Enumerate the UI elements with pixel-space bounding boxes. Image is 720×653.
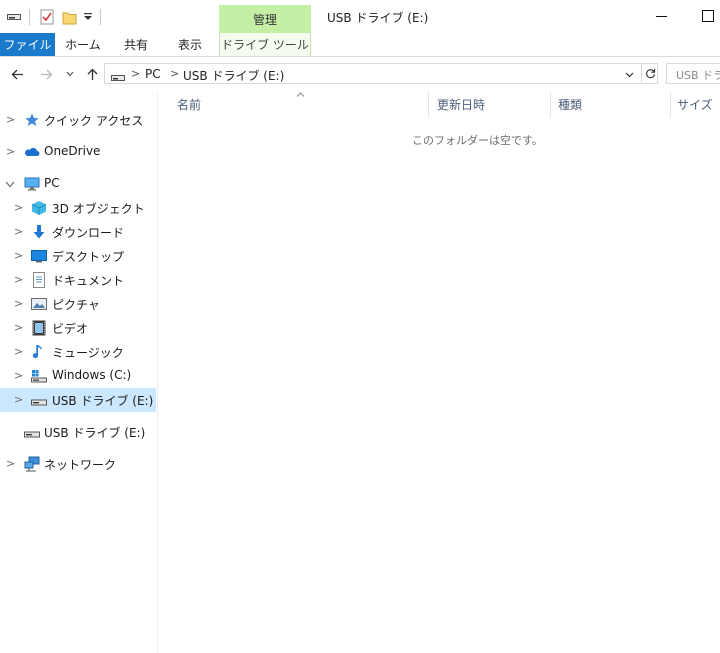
- desktop-icon: [31, 248, 47, 264]
- file-list-pane[interactable]: 名前 更新日時 種類 サイズ このフォルダーは空です。: [158, 92, 720, 653]
- nav-item-music[interactable]: > ミュージック: [0, 340, 156, 364]
- empty-folder-message: このフォルダーは空です。: [412, 134, 543, 147]
- customize-toolbar-icon[interactable]: [82, 8, 94, 26]
- nav-item-pc[interactable]: PC: [0, 172, 156, 196]
- navigation-pane: > クイック アクセス > OneDrive PC > 3D オブジェクト >: [0, 92, 158, 653]
- recent-locations-chevron-icon[interactable]: [64, 66, 76, 82]
- new-folder-icon[interactable]: [60, 8, 78, 26]
- nav-item-label: 3D オブジェクト: [52, 202, 145, 216]
- expand-chevron-icon[interactable]: >: [6, 145, 15, 158]
- usb-drive-icon: [24, 424, 40, 440]
- properties-icon[interactable]: [38, 8, 56, 26]
- window-title: USB ドライブ (E:): [327, 11, 429, 25]
- expand-chevron-icon[interactable]: >: [14, 225, 23, 238]
- nav-item-label: ドキュメント: [52, 274, 125, 288]
- video-icon: [31, 320, 47, 336]
- collapse-chevron-icon[interactable]: [5, 178, 15, 191]
- column-header-size[interactable]: サイズ: [677, 96, 713, 113]
- nav-item-label: Windows (C:): [52, 368, 132, 382]
- network-icon: [24, 456, 40, 472]
- nav-item-downloads[interactable]: > ダウンロード: [0, 220, 156, 244]
- nav-item-label: PC: [44, 176, 60, 190]
- tab-share[interactable]: 共有: [112, 33, 160, 56]
- nav-item-desktop[interactable]: > デスクトップ: [0, 244, 156, 268]
- expand-chevron-icon[interactable]: >: [14, 345, 23, 358]
- forward-arrow-icon[interactable]: [38, 66, 54, 82]
- nav-item-label: ビデオ: [52, 322, 89, 336]
- nav-item-3d-objects[interactable]: > 3D オブジェクト: [0, 196, 156, 220]
- drive-icon: [111, 71, 125, 85]
- maximize-button[interactable]: [702, 10, 714, 22]
- expand-chevron-icon[interactable]: >: [14, 321, 23, 334]
- windows-drive-icon: [31, 368, 47, 384]
- nav-item-pictures[interactable]: > ピクチャ: [0, 292, 156, 316]
- column-header-name[interactable]: 名前: [177, 96, 201, 113]
- expand-chevron-icon[interactable]: >: [14, 273, 23, 286]
- nav-item-label: ピクチャ: [52, 298, 100, 312]
- nav-item-usb-drive-e[interactable]: USB ドライブ (E:): [0, 420, 156, 444]
- search-input[interactable]: USB ドライブ (E:)の検索: [666, 63, 720, 84]
- nav-item-label: ミュージック: [52, 346, 124, 360]
- drive-icon[interactable]: [6, 8, 22, 26]
- nav-item-label: ネットワーク: [44, 458, 117, 472]
- cloud-icon: [24, 144, 40, 160]
- address-dropdown-chevron-icon[interactable]: [625, 67, 634, 81]
- toolbar-separator: [29, 9, 30, 25]
- tab-view[interactable]: 表示: [167, 33, 213, 56]
- nav-item-label: クイック アクセス: [44, 114, 144, 128]
- monitor-icon: [24, 176, 40, 192]
- context-tab-title: 管理: [219, 5, 311, 33]
- address-bar[interactable]: > PC > USB ドライブ (E:): [104, 63, 658, 84]
- column-header-date-modified[interactable]: 更新日時: [437, 96, 485, 113]
- toolbar-separator: [100, 9, 101, 25]
- minimize-button[interactable]: [656, 16, 667, 17]
- nav-item-network[interactable]: > ネットワーク: [0, 452, 156, 476]
- nav-item-onedrive[interactable]: > OneDrive: [0, 140, 156, 164]
- sort-ascending-icon: [296, 89, 305, 100]
- expand-chevron-icon[interactable]: >: [14, 369, 23, 382]
- back-arrow-icon[interactable]: [9, 66, 25, 82]
- column-divider[interactable]: [428, 92, 429, 118]
- nav-item-documents[interactable]: > ドキュメント: [0, 268, 156, 292]
- usb-drive-icon: [31, 392, 47, 408]
- download-arrow-icon: [31, 224, 47, 240]
- cube-icon: [31, 200, 47, 216]
- breadcrumb-usb-drive[interactable]: USB ドライブ (E:): [183, 67, 284, 84]
- title-bar: 管理 USB ドライブ (E:): [0, 0, 720, 33]
- ribbon-tabs: ファイル ホーム 共有 表示 ドライブ ツール: [0, 33, 720, 57]
- column-divider[interactable]: [550, 92, 551, 118]
- star-icon: [24, 112, 40, 128]
- nav-item-label: OneDrive: [44, 144, 101, 158]
- music-note-icon: [31, 344, 47, 360]
- tab-drive-tools[interactable]: ドライブ ツール: [219, 33, 311, 56]
- tab-home[interactable]: ホーム: [60, 33, 106, 56]
- column-header-type[interactable]: 種類: [558, 96, 582, 113]
- expand-chevron-icon[interactable]: >: [14, 393, 23, 406]
- breadcrumb-separator: >: [131, 67, 141, 80]
- expand-chevron-icon[interactable]: >: [6, 113, 15, 126]
- nav-item-label: USB ドライブ (E:): [52, 394, 154, 408]
- up-arrow-icon[interactable]: [84, 66, 100, 82]
- expand-chevron-icon[interactable]: >: [6, 457, 15, 470]
- expand-chevron-icon[interactable]: >: [14, 297, 23, 310]
- nav-item-label: USB ドライブ (E:): [44, 426, 146, 440]
- tab-file[interactable]: ファイル: [0, 33, 55, 56]
- column-divider[interactable]: [670, 92, 671, 118]
- nav-item-label: デスクトップ: [52, 250, 125, 264]
- expand-chevron-icon[interactable]: >: [14, 201, 23, 214]
- nav-item-windows-c[interactable]: > Windows (C:): [0, 364, 156, 388]
- search-placeholder: USB ドライブ (E:)の検索: [676, 69, 720, 82]
- nav-item-videos[interactable]: > ビデオ: [0, 316, 156, 340]
- nav-item-usb-drive-e-selected[interactable]: > USB ドライブ (E:): [0, 388, 156, 412]
- breadcrumb-pc[interactable]: PC: [145, 67, 161, 81]
- nav-item-quick-access[interactable]: > クイック アクセス: [0, 108, 156, 132]
- refresh-icon[interactable]: [641, 63, 659, 84]
- nav-item-label: ダウンロード: [52, 226, 125, 240]
- picture-icon: [31, 296, 47, 312]
- expand-chevron-icon[interactable]: >: [14, 249, 23, 262]
- document-icon: [31, 272, 47, 288]
- breadcrumb-separator: >: [170, 67, 180, 80]
